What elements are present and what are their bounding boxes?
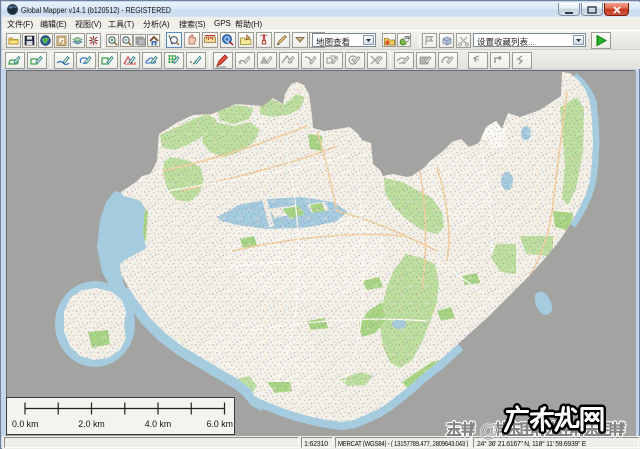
svg-text:6.0 km: 6.0 km [207, 419, 233, 429]
svg-text:3D: 3D [405, 35, 411, 40]
svg-text:2.0 km: 2.0 km [78, 419, 104, 429]
svg-text:4.0 km: 4.0 km [145, 419, 171, 429]
svg-text:0.0 km: 0.0 km [12, 419, 38, 429]
svg-text:Q: Q [224, 35, 230, 44]
